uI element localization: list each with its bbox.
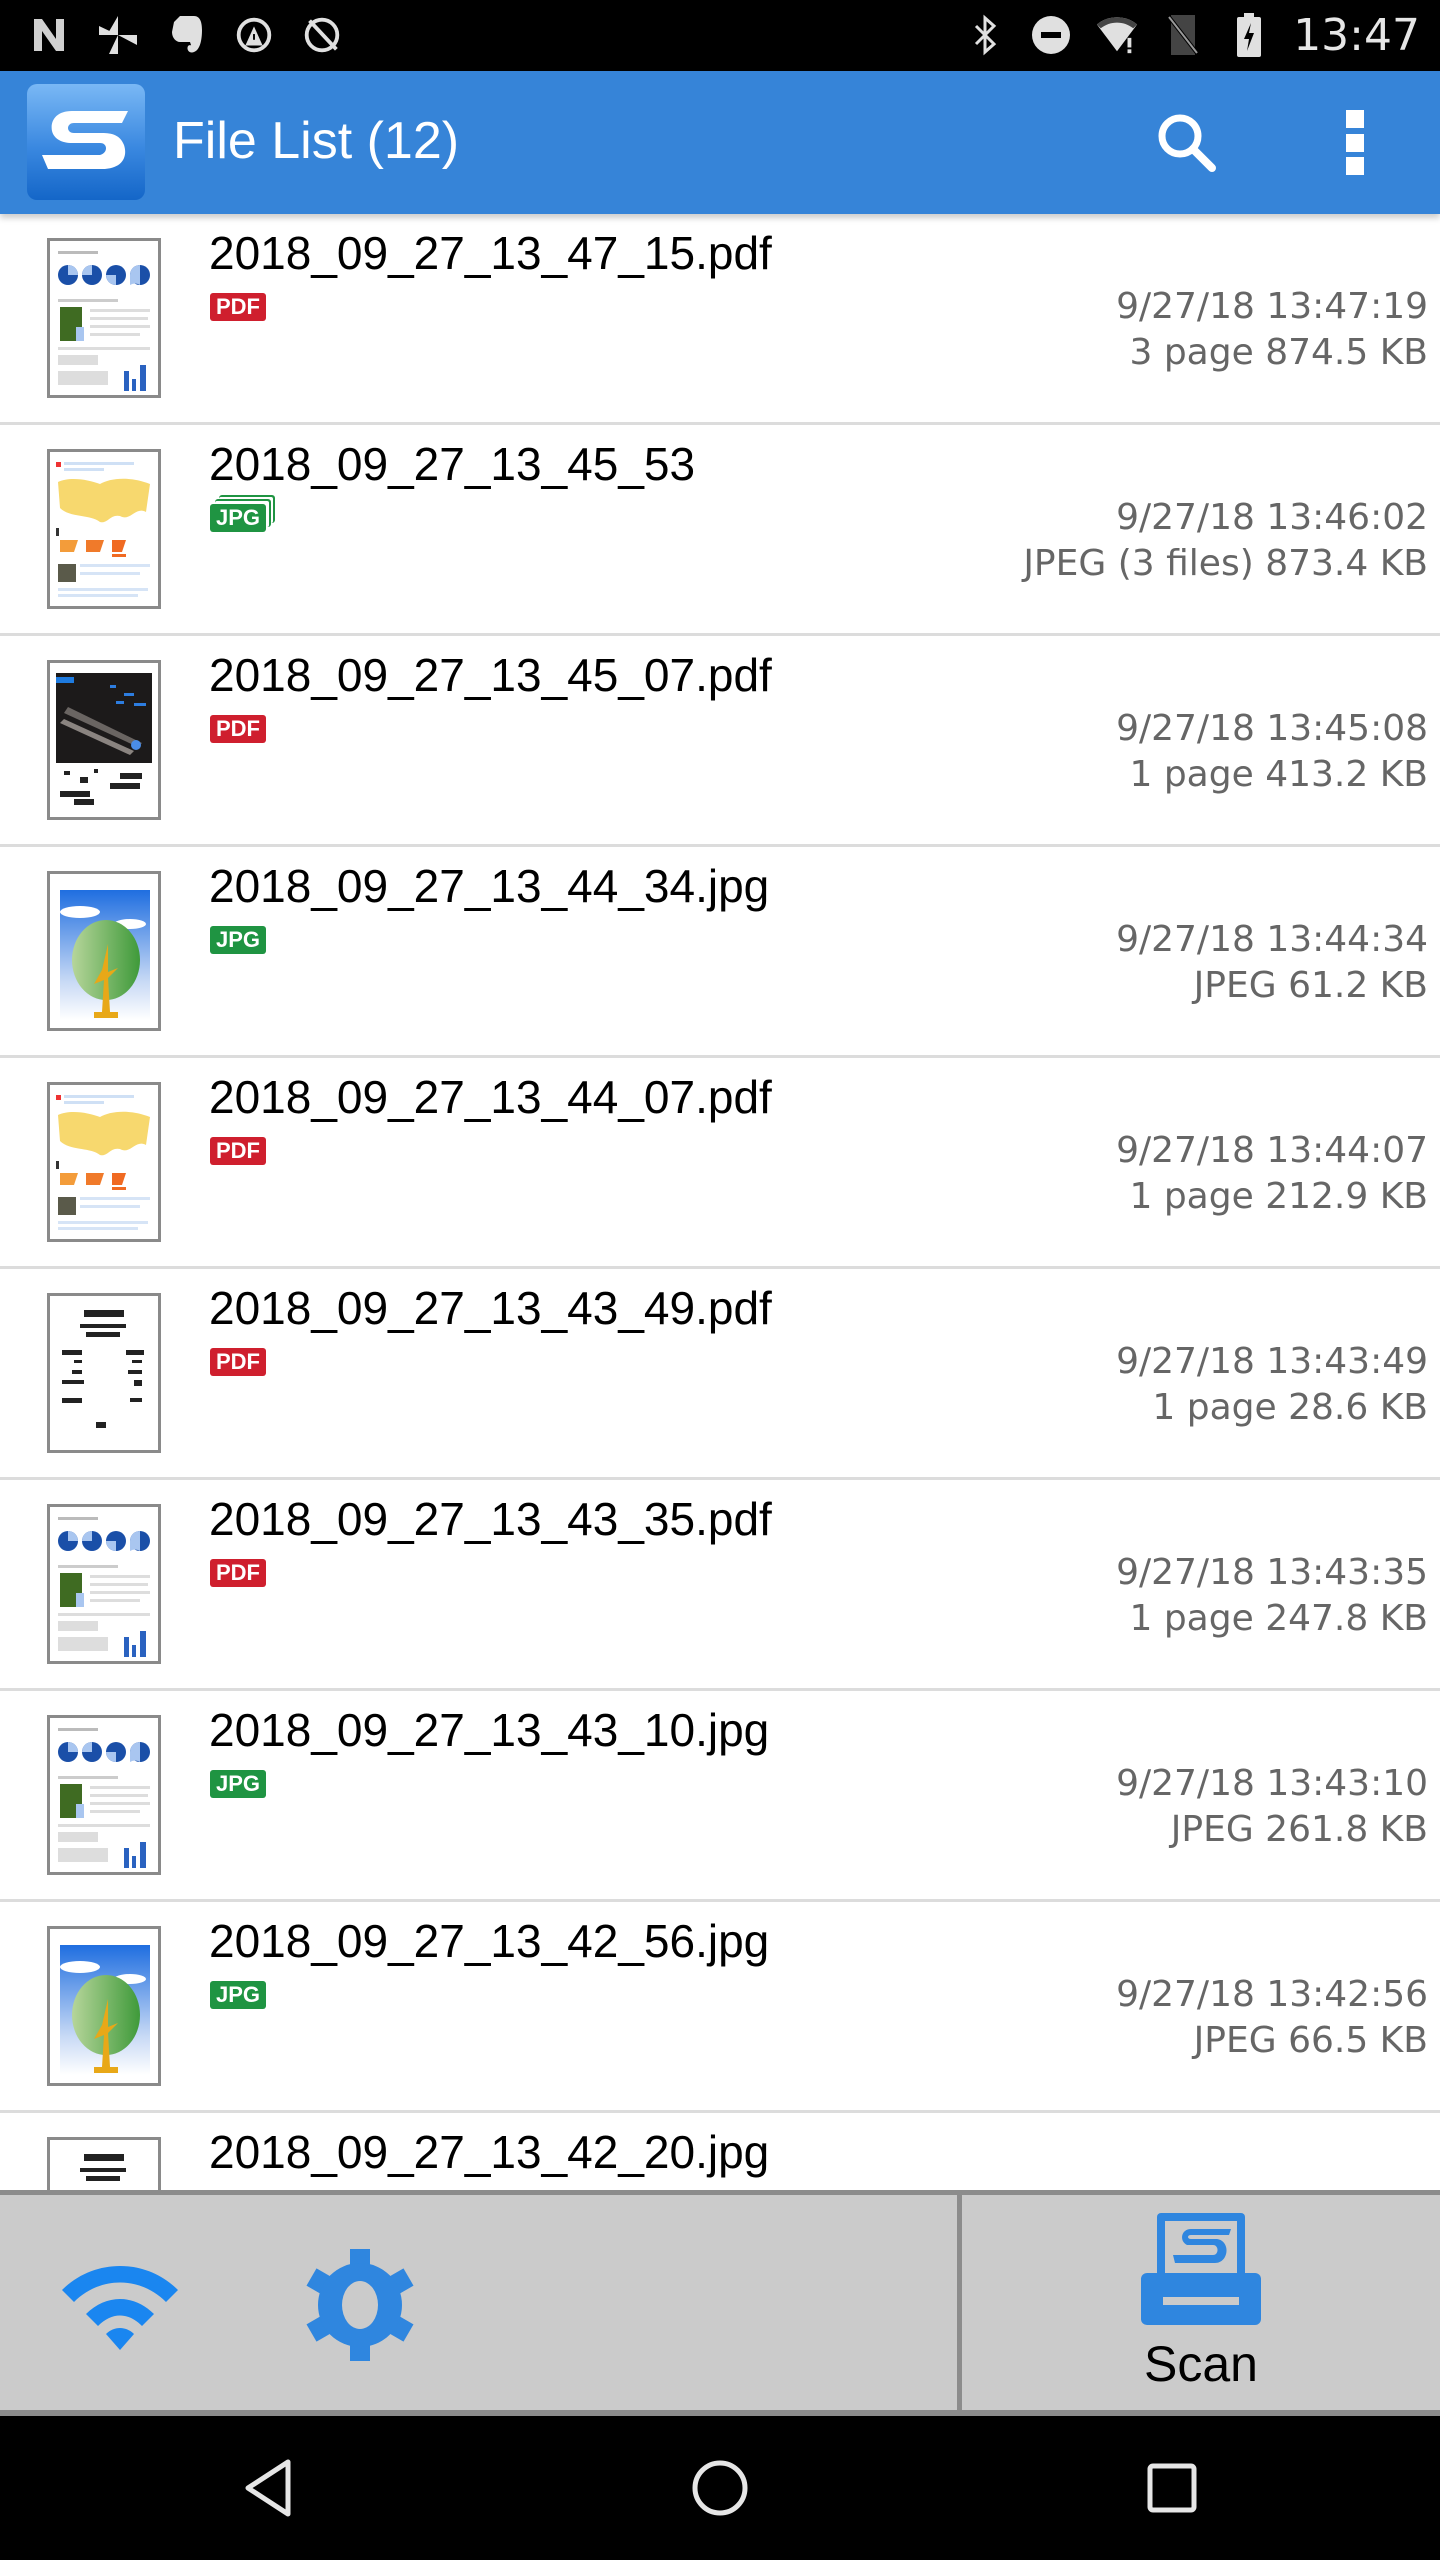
wifi-alert-icon <box>1095 13 1139 57</box>
file-list-item[interactable]: 2018_09_27_13_44_07.pdf PDF 9/27/18 13:4… <box>0 1058 1440 1269</box>
scansnap-logo-icon <box>42 111 128 169</box>
home-button[interactable] <box>660 2438 780 2538</box>
no-sim-icon <box>1161 13 1205 57</box>
wifi-icon <box>62 2266 178 2350</box>
pdf-badge-icon: PDF <box>210 715 266 743</box>
scan-button[interactable]: Scan <box>962 2195 1440 2409</box>
file-date: 9/27/18 13:43:10 <box>1116 1763 1428 1804</box>
file-list-item[interactable]: 2018_09_27_13_42_56.jpg JPG 9/27/18 13:4… <box>0 1902 1440 2113</box>
file-date: 9/27/18 13:45:08 <box>1116 708 1428 749</box>
file-date: 9/27/18 13:47:19 <box>1116 286 1428 327</box>
back-button[interactable] <box>210 2438 330 2538</box>
file-size: 1 page 28.6 KB <box>1152 1387 1428 1428</box>
pdf-badge-icon: PDF <box>210 293 266 321</box>
recents-icon <box>1147 2463 1197 2513</box>
app-logo[interactable] <box>27 84 145 200</box>
page-title: File List (12) <box>173 112 460 170</box>
file-list-item[interactable]: 2018_09_27_13_47_15.pdf PDF 9/27/18 13:4… <box>0 214 1440 425</box>
jpg-badge-icon: JPG <box>210 504 267 532</box>
evernote-icon <box>164 13 208 57</box>
file-thumbnail-world-map <box>47 1082 161 1242</box>
file-date: 9/27/18 13:46:02 <box>1116 497 1428 538</box>
file-size: 1 page 247.8 KB <box>1129 1598 1428 1639</box>
file-name: 2018_09_27_13_44_07.pdf <box>209 1071 772 1123</box>
file-list-item[interactable]: 2018_09_27_13_44_34.jpg JPG 9/27/18 13:4… <box>0 847 1440 1058</box>
jpg-badge-icon: JPG <box>210 1770 267 1798</box>
file-name: 2018_09_27_13_47_15.pdf <box>209 227 772 279</box>
jpg-badge-icon: JPG <box>210 1981 267 2009</box>
file-name: 2018_09_27_13_42_56.jpg <box>209 1915 770 1967</box>
file-thumbnail-tree <box>47 871 161 1031</box>
file-list[interactable]: 2018_09_27_13_47_15.pdf PDF 9/27/18 13:4… <box>0 214 1440 2192</box>
clock: 13:47 <box>1293 9 1420 61</box>
file-name: 2018_09_27_13_43_35.pdf <box>209 1493 772 1545</box>
file-thumbnail-receipt <box>47 1293 161 1453</box>
file-name: 2018_09_27_13_43_10.jpg <box>209 1704 770 1756</box>
pdf-badge-icon: PDF <box>210 1559 266 1587</box>
file-date: 9/27/18 13:44:34 <box>1116 919 1428 960</box>
file-size: JPEG 261.8 KB <box>1170 1809 1428 1850</box>
sync-alert-icon <box>232 13 276 57</box>
file-list-item[interactable]: 2018_09_27_13_42_20.jpg <box>0 2113 1440 2192</box>
file-list-item[interactable]: 2018_09_27_13_43_10.jpg JPG 9/27/18 13:4… <box>0 1691 1440 1902</box>
file-thumbnail-world-map <box>47 449 161 609</box>
scan-label: Scan <box>1144 2336 1258 2392</box>
pinwheel-icon <box>96 13 140 57</box>
settings-gear-icon <box>306 2249 414 2361</box>
file-list-item[interactable]: 2018_09_27_13_45_07.pdf PDF 9/27/18 13:4… <box>0 636 1440 847</box>
pdf-badge-icon: PDF <box>210 1137 266 1165</box>
file-thumbnail-doc-charts <box>47 1715 161 1875</box>
file-thumbnail-receipt <box>47 2137 161 2192</box>
search-icon <box>1158 114 1216 172</box>
file-name: 2018_09_27_13_43_49.pdf <box>209 1282 772 1334</box>
search-button[interactable] <box>1137 93 1237 193</box>
back-icon <box>245 2459 291 2517</box>
bottom-toolbar: Scan <box>0 2190 1440 2416</box>
recents-button[interactable] <box>1112 2438 1232 2538</box>
sync-icon <box>300 13 344 57</box>
file-date: 9/27/18 13:43:35 <box>1116 1552 1428 1593</box>
wifi-connection-button[interactable] <box>50 2235 190 2375</box>
do-not-disturb-icon <box>1029 13 1073 57</box>
file-name: 2018_09_27_13_45_53 <box>209 438 696 490</box>
file-thumbnail-doc-charts <box>47 238 161 398</box>
file-list-item[interactable]: 2018_09_27_13_45_53 JPG 9/27/18 13:46:02… <box>0 425 1440 636</box>
home-icon <box>692 2460 748 2516</box>
scanner-icon <box>1141 2213 1261 2325</box>
n-logo-icon <box>28 13 72 57</box>
file-thumbnail-dark-photo <box>47 660 161 820</box>
file-size: 1 page 413.2 KB <box>1129 754 1428 795</box>
file-name: 2018_09_27_13_45_07.pdf <box>209 649 772 701</box>
overflow-menu-button[interactable] <box>1306 93 1406 193</box>
file-size: JPEG 66.5 KB <box>1193 2020 1428 2061</box>
file-date: 9/27/18 13:44:07 <box>1116 1130 1428 1171</box>
battery-charging-icon <box>1227 13 1271 57</box>
file-list-item[interactable]: 2018_09_27_13_43_49.pdf PDF 9/27/18 13:4… <box>0 1269 1440 1480</box>
file-date: 9/27/18 13:42:56 <box>1116 1974 1428 2015</box>
jpg-badge-icon: JPG <box>210 926 267 954</box>
file-name: 2018_09_27_13_44_34.jpg <box>209 860 770 912</box>
file-list-item[interactable]: 2018_09_27_13_43_35.pdf PDF 9/27/18 13:4… <box>0 1480 1440 1691</box>
more-vert-icon <box>1346 110 1364 175</box>
app-bar: File List (12) <box>0 71 1440 214</box>
file-size: JPEG 61.2 KB <box>1193 965 1428 1006</box>
system-navigation-bar <box>0 2416 1440 2560</box>
file-size: 1 page 212.9 KB <box>1129 1176 1428 1217</box>
status-bar: 13:47 <box>0 0 1440 71</box>
system-icons: 13:47 <box>963 8 1420 62</box>
file-name: 2018_09_27_13_42_20.jpg <box>209 2126 770 2178</box>
file-thumbnail-doc-charts <box>47 1504 161 1664</box>
notification-icons <box>28 10 344 60</box>
file-date: 9/27/18 13:43:49 <box>1116 1341 1428 1382</box>
settings-button[interactable] <box>290 2235 430 2375</box>
bluetooth-icon <box>963 13 1007 57</box>
file-size: JPEG (3 files) 873.4 KB <box>1023 543 1428 584</box>
file-thumbnail-tree <box>47 1926 161 2086</box>
file-size: 3 page 874.5 KB <box>1129 332 1428 373</box>
pdf-badge-icon: PDF <box>210 1348 266 1376</box>
